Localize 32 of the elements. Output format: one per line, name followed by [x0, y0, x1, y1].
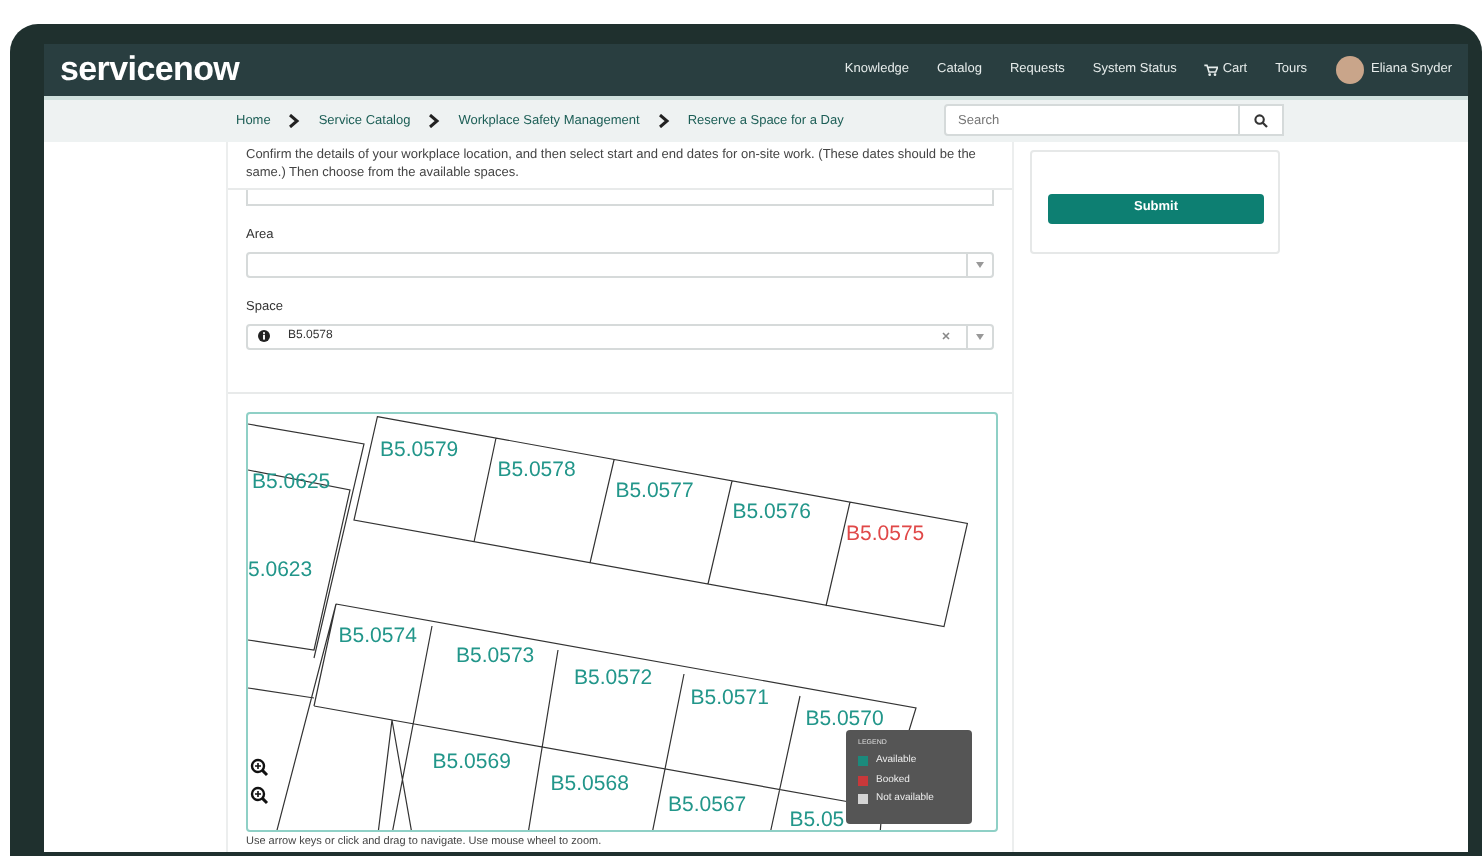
space-label[interactable]: B5.0567 [668, 792, 747, 817]
cart-icon [1204, 63, 1219, 76]
space-label[interactable]: B5.0574 [338, 623, 417, 648]
space-label[interactable]: B5.0577 [615, 478, 694, 503]
search-icon [1254, 113, 1268, 128]
info-icon [258, 330, 270, 343]
space-label[interactable]: B5.0570 [805, 706, 884, 731]
space-label[interactable]: B5.05 [789, 807, 845, 830]
clear-icon[interactable] [942, 332, 950, 341]
space-label[interactable]: B5.0578 [497, 457, 576, 482]
select-field[interactable] [246, 190, 994, 207]
avatar-icon[interactable] [1335, 55, 1364, 84]
space-label[interactable]: B5.0625 [252, 469, 331, 494]
select-field[interactable] [246, 252, 994, 278]
chevron-icon [428, 113, 441, 128]
space-label[interactable]: B5.0579 [380, 437, 459, 462]
caret-icon[interactable] [976, 333, 984, 340]
space-label[interactable]: B5.0573 [456, 643, 535, 668]
space-label[interactable]: 5.0623 [248, 557, 313, 582]
zoom-icon[interactable] [250, 786, 269, 804]
space-label[interactable]: B5.0575 [846, 521, 925, 546]
space-label[interactable]: B5.0576 [732, 499, 811, 524]
search-button[interactable] [1240, 104, 1284, 137]
logo: servicenow [60, 48, 240, 92]
space-label[interactable]: B5.0569 [432, 749, 511, 774]
zoom-icon[interactable] [250, 758, 269, 776]
space-label[interactable]: B5.0572 [574, 665, 653, 690]
space-label[interactable]: B5.0571 [690, 685, 769, 710]
space-label[interactable]: B5.0568 [550, 771, 629, 796]
chevron-icon [657, 113, 670, 128]
caret-icon[interactable] [976, 262, 984, 268]
chevron-icon [288, 113, 301, 128]
